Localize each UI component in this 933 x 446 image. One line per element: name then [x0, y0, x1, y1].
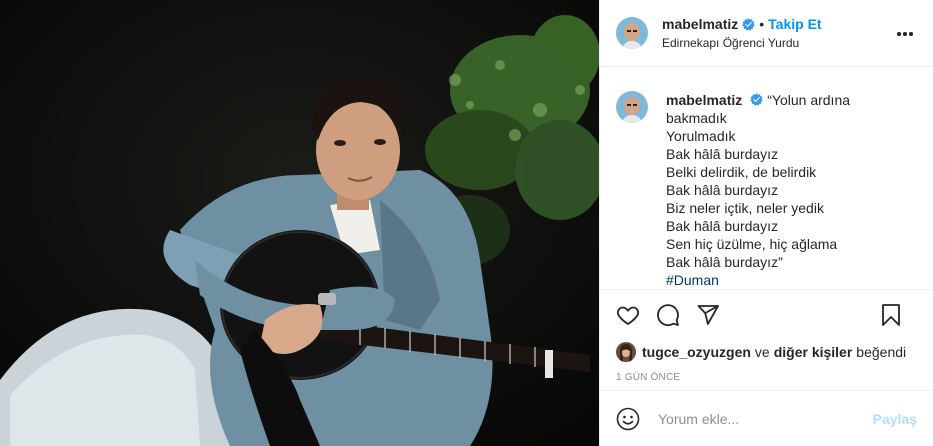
author-avatar[interactable] [616, 17, 648, 49]
comment-bubble-icon[interactable] [656, 303, 680, 327]
post-photo[interactable] [0, 0, 599, 446]
save-bookmark-icon[interactable] [879, 303, 903, 327]
caption-line: Biz neler içtik, neler yedik [666, 200, 824, 216]
verified-badge-icon [742, 17, 755, 31]
liker-username[interactable]: tugce_ozyuzgen [642, 344, 751, 360]
action-bar [600, 290, 933, 340]
share-paper-plane-icon[interactable] [696, 303, 720, 327]
caption-line: Belki delirdik, de belirdik [666, 164, 817, 180]
caption-username[interactable]: mabelmatiz [666, 92, 742, 108]
header-text: mabelmatiz • Takip Et Edirnekapı Öğrenci… [662, 16, 822, 50]
caption-first-line: mabelmatiz “Yolun ardına [666, 91, 850, 109]
photo-illustration [0, 0, 599, 446]
post-location[interactable]: Edirnekapı Öğrenci Yurdu [662, 36, 822, 50]
like-heart-icon[interactable] [616, 303, 640, 327]
add-comment-bar: Paylaş [600, 390, 933, 446]
header-line: mabelmatiz • Takip Et [662, 16, 822, 32]
caption-text: mabelmatiz “Yolun ardına bakmadık Yorulma… [666, 91, 850, 289]
emoji-smiley-icon[interactable] [616, 407, 640, 431]
caption-author-avatar[interactable] [616, 91, 648, 123]
caption-line: Sen hiç üzülme, hiç ağlama [666, 236, 838, 252]
caption-line: Bak hâlâ burdayız [666, 218, 779, 234]
post-container: mabelmatiz • Takip Et Edirnekapı Öğrenci… [0, 0, 933, 446]
caption-line: “Yolun ardına [767, 92, 851, 108]
other-likers-link[interactable]: diğer kişiler [774, 344, 853, 360]
post-header: mabelmatiz • Takip Et Edirnekapı Öğrenci… [600, 0, 933, 67]
follow-button[interactable]: Takip Et [768, 16, 821, 32]
caption-line: Bak hâlâ burdayız [666, 182, 779, 198]
author-username[interactable]: mabelmatiz [662, 16, 738, 32]
likes-row: tugce_ozyuzgen ve diğer kişiler beğendi [600, 340, 933, 364]
post-timestamp[interactable]: 1 GÜN ÖNCE [600, 364, 933, 390]
caption-line: bakmadık [666, 110, 727, 126]
post-comment-button[interactable]: Paylaş [873, 411, 917, 427]
hashtag-link[interactable]: #Duman [666, 271, 850, 289]
header-separator: • [759, 16, 765, 32]
comment-input[interactable] [656, 409, 873, 428]
post-sidebar: mabelmatiz • Takip Et Edirnekapı Öğrenci… [599, 0, 933, 446]
verified-badge-icon [750, 93, 763, 106]
likes-suffix: beğendi [856, 344, 907, 360]
caption-line: Yorulmadık [666, 128, 736, 144]
caption-section: mabelmatiz “Yolun ardına bakmadık Yorulma… [600, 67, 933, 290]
liker-avatar[interactable] [616, 342, 636, 362]
caption-line: Bak hâlâ burdayız [666, 146, 779, 162]
likes-connector: ve [754, 344, 770, 360]
more-options-icon[interactable] [893, 22, 917, 46]
caption-line: Bak hâlâ burdayız” [666, 254, 783, 270]
